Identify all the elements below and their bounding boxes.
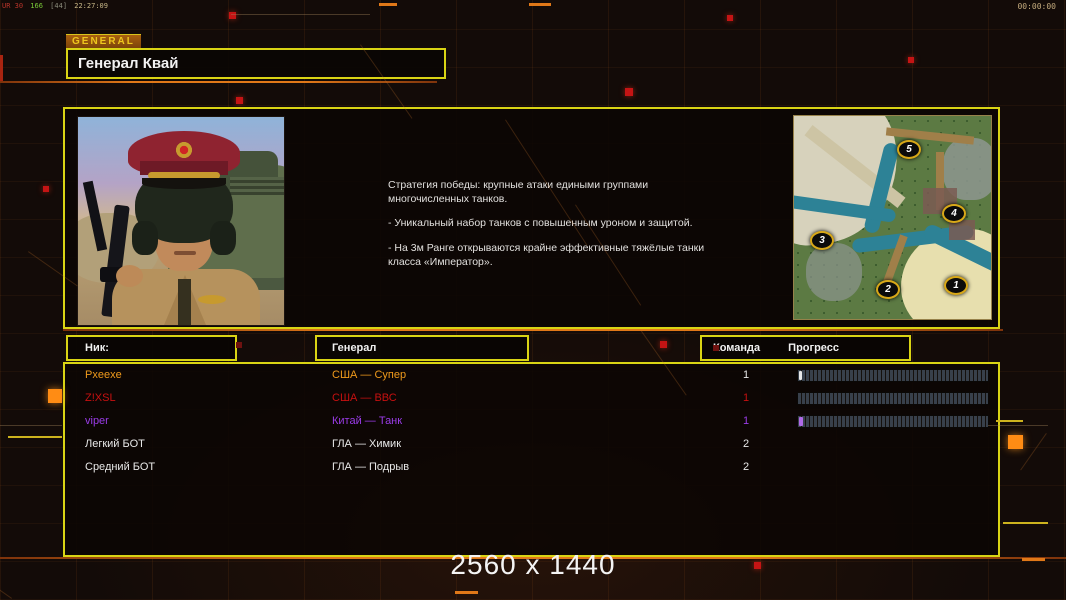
decor-line: [0, 575, 13, 599]
decor-dash: [988, 425, 1048, 426]
start-position-badge: 5: [897, 140, 921, 159]
player-nick: viper: [85, 415, 109, 427]
decor-dash: [8, 436, 62, 438]
table-row[interactable]: Z!XSL США — ВВС 1: [65, 387, 998, 410]
description-paragraph: - Уникальный набор танков с повышенным у…: [388, 217, 693, 230]
column-header-progress: Прогресс: [788, 342, 840, 354]
general-portrait: [77, 116, 285, 326]
decor-square: [908, 57, 914, 63]
decor-square: [1008, 435, 1023, 449]
column-header-team-progress: Команда Прогресс: [700, 335, 911, 361]
decor-square: [713, 345, 719, 351]
decor-dash: [996, 420, 1023, 422]
player-nick: Pxeexe: [85, 369, 122, 381]
table-row[interactable]: Легкий БОТ ГЛА — Химик 2: [65, 433, 998, 456]
player-nick: Легкий БОТ: [85, 438, 145, 450]
player-general: ГЛА — Химик: [332, 438, 402, 450]
start-position-badge: 1: [944, 276, 968, 295]
game-timer: 00:00:00: [1017, 2, 1056, 11]
page-title: Генерал Квай: [66, 48, 446, 79]
resolution-label: 2560 x 1440: [450, 549, 616, 580]
decor-dash: [231, 14, 370, 15]
table-row[interactable]: Средний БОТ ГЛА — Подрыв 2: [65, 456, 998, 479]
decor-dash: [1003, 522, 1048, 524]
player-general: Китай — Танк: [332, 415, 403, 427]
decor-square: [236, 342, 242, 348]
decor-square: [43, 186, 49, 192]
decor-square: [754, 562, 761, 569]
decor-dash: [379, 3, 397, 6]
start-position-badge: 3: [810, 231, 834, 250]
progress-fill: [799, 417, 803, 426]
decor-dash: [0, 425, 62, 426]
decor-dash: [529, 3, 551, 6]
decor-tick: [0, 55, 3, 81]
divider: [0, 81, 437, 83]
perf-overlay: UR 30 166 [44] 22:27:09: [2, 2, 111, 10]
decor-square: [48, 389, 62, 403]
perf-token: 22:27:09: [74, 2, 108, 10]
progress-bar: [798, 370, 988, 381]
tab-general[interactable]: GENERAL: [66, 34, 141, 48]
decor-square: [660, 341, 667, 348]
player-nick: Средний БОТ: [85, 461, 156, 473]
player-team: 2: [742, 461, 750, 473]
column-header-team: Команда: [713, 342, 761, 354]
map-preview: 1 2 3 4 5: [793, 115, 992, 320]
player-nick: Z!XSL: [85, 392, 116, 404]
start-position-badge: 4: [942, 204, 966, 223]
decor-square: [727, 15, 733, 21]
progress-bar: [798, 393, 988, 404]
players-table: Pxeexe США — Супер 1 Z!XSL США — ВВС 1 v…: [63, 362, 1000, 557]
general-info-panel: Стратегия победы: крупные атаки едиными …: [63, 107, 1000, 329]
player-general: США — ВВС: [332, 392, 397, 404]
progress-bar: [798, 416, 988, 427]
decor-dash: [455, 591, 478, 594]
decor-dash: [1022, 558, 1045, 561]
decor-square: [236, 97, 243, 104]
player-team: 1: [742, 415, 750, 427]
column-header-general: Генерал: [315, 335, 529, 361]
perf-token: 166: [30, 2, 43, 10]
table-row[interactable]: Pxeexe США — Супер 1: [65, 364, 998, 387]
player-team: 1: [742, 392, 750, 404]
table-row[interactable]: viper Китай — Танк 1: [65, 410, 998, 433]
start-position-badge: 2: [876, 280, 900, 299]
perf-token: [44]: [50, 2, 68, 10]
decor-square: [625, 88, 633, 96]
description-paragraph: - На 3м Ранге открываются крайне эффекти…: [388, 241, 705, 268]
player-team: 2: [742, 438, 750, 450]
player-general: США — Супер: [332, 369, 407, 381]
divider: [63, 329, 1003, 331]
column-header-nick: Ник:: [66, 335, 237, 361]
progress-fill: [799, 371, 802, 380]
player-general: ГЛА — Подрыв: [332, 461, 410, 473]
decor-line: [1020, 433, 1047, 471]
perf-token: UR 30: [2, 2, 24, 10]
player-team: 1: [742, 369, 750, 381]
